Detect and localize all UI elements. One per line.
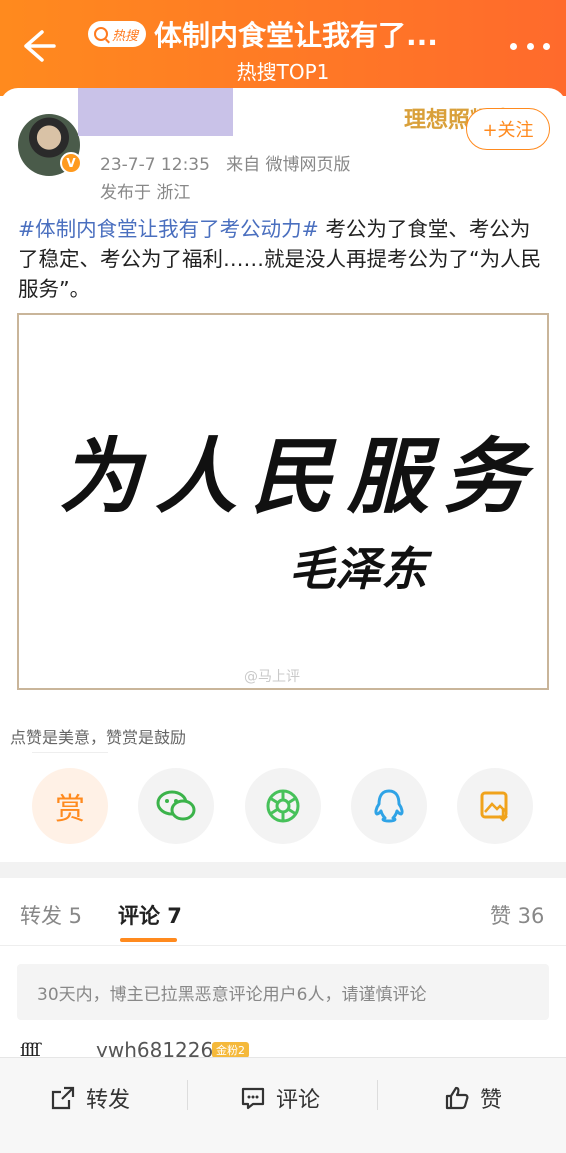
post-location: 发布于 浙江 [100,183,191,203]
tab-comments[interactable]: 评论 7 [118,900,182,930]
comment-icon [241,1087,265,1110]
post-image[interactable]: 为人民服务 毛泽东 [17,313,549,690]
page-title: 体制内食堂让我有了... [154,19,438,52]
comment-notice: 30天内，博主已拉黑恶意评论用户6人，请谨慎评论 [17,964,549,1020]
section-divider [0,862,566,878]
post-timestamp: 23-7-7 12:35 [100,155,210,175]
divider [32,752,108,753]
fan-badge: 金粉2 [212,1042,249,1058]
repost-button[interactable]: 转发 [50,1078,130,1118]
wechat-share-button[interactable] [138,768,214,844]
qq-icon [374,789,404,823]
post-meta: 23-7-7 12:35 来自 微博网页版 [100,150,351,175]
verified-badge-icon: V [60,152,82,174]
bottom-action-bar: 转发 评论 赞 [0,1057,566,1153]
share-row: 赏 [0,768,566,848]
calligraphy-text: 为人民服务 [59,429,539,525]
active-tab-indicator [120,938,177,942]
comment-item[interactable]: ſſſſ ywh681226 金粉2 [0,1030,566,1062]
comment-label: 评论 [276,1088,321,1113]
divider [377,1080,378,1110]
more-dots-icon[interactable] [510,36,550,56]
calligraphy-signature: 毛泽东 [289,542,433,596]
post-tabs: 转发 5 评论 7 赞 36 [0,878,566,946]
page-subtitle: 热搜TOP1 [236,60,330,84]
repost-label: 转发 [86,1088,131,1113]
like-button[interactable]: 赞 [444,1078,502,1118]
qq-share-button[interactable] [351,768,427,844]
post-text: #体制内食堂让我有了考公动力# 考公为了食堂、考公为了稳定、考公为了福利……就是… [18,214,548,304]
title-row: 热搜 体制内食堂让我有了... [88,14,488,54]
save-image-button[interactable] [457,768,533,844]
wechat-moments-icon [266,789,300,823]
username-redacted [78,88,233,136]
repost-icon [51,1086,75,1110]
thumbs-up-icon [445,1086,469,1110]
header-bar: 热搜 体制内食堂让我有了... 热搜TOP1 [0,0,566,96]
wechat-icon [156,790,196,821]
post-card: V 理想照耀中国 +关注 23-7-7 12:35 来自 微博网页版 发布于 浙… [0,88,566,868]
hot-badge-label: 热搜 [112,28,139,44]
comment-button[interactable]: 评论 [240,1078,320,1118]
reward-hint: 点赞是美意，赞赏是鼓励 [10,728,187,747]
tab-repost[interactable]: 转发 5 [20,900,82,930]
hot-search-badge: 热搜 [88,21,147,47]
moments-share-button[interactable] [245,768,321,844]
follow-button[interactable]: +关注 [466,108,550,150]
like-label: 赞 [480,1088,503,1113]
image-watermark: @马上评 [244,669,300,685]
post-source: 来自 微博网页版 [226,155,351,175]
tab-likes[interactable]: 赞 36 [490,900,544,930]
search-icon [94,27,108,41]
hashtag-link[interactable]: #体制内食堂让我有了考公动力# [18,217,319,241]
divider [187,1080,188,1110]
calligraphy-image: 为人民服务 毛泽东 [59,429,539,596]
reward-button[interactable]: 赏 [32,768,108,844]
save-image-icon [480,791,508,822]
